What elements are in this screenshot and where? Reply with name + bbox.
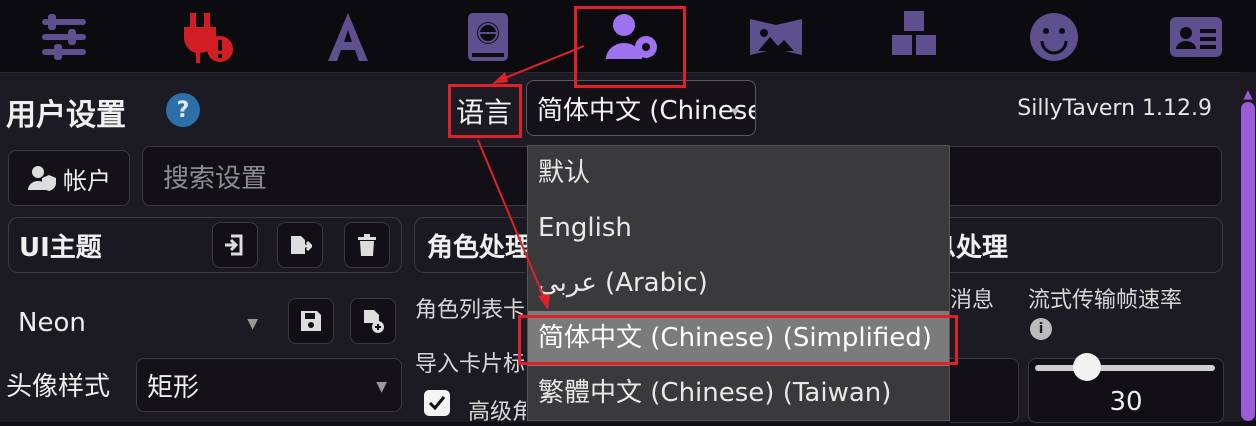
language-option-english[interactable]: English: [528, 201, 949, 256]
ui-theme-section: UI主题: [8, 217, 402, 273]
language-option-chinese-taiwan[interactable]: 繁體中文 (Chinese) (Taiwan): [528, 366, 949, 420]
language-option-arabic[interactable]: عربي (Arabic): [528, 256, 949, 311]
highlight-language-label: [448, 84, 522, 138]
character-handling-section: 角色处理: [414, 217, 531, 273]
language-select[interactable]: 简体中文 (Chinese) (Simplified) ▼: [526, 80, 756, 136]
advanced-label: 高级角: [468, 400, 526, 425]
user-shield-icon: [28, 166, 56, 191]
file-plus-icon: [364, 310, 384, 333]
advanced-checkbox[interactable]: [424, 390, 450, 416]
sliders-icon[interactable]: [24, 4, 104, 70]
avatar-style-select[interactable]: 矩形 ▼: [136, 358, 402, 412]
theme-select-value: Neon: [18, 308, 86, 338]
export-icon: [291, 236, 312, 254]
chevron-down-icon: ▼: [247, 316, 258, 332]
page-title: 用户设置: [6, 98, 126, 133]
avatar-style-value: 矩形: [147, 372, 200, 403]
trash-icon: [358, 234, 376, 256]
version-label: SillyTavern 1.12.9: [1017, 96, 1212, 121]
message-handling-title: 消息处理: [950, 232, 1009, 263]
import-theme-button[interactable]: [212, 222, 258, 268]
plug-error-icon[interactable]: [166, 4, 246, 70]
chevron-down-icon: ▼: [731, 107, 739, 118]
delete-theme-button[interactable]: [344, 222, 390, 268]
import-card-label: 导入卡片标: [415, 352, 526, 377]
message-slider-box: [950, 358, 1019, 423]
scrollbar-thumb[interactable]: [1241, 102, 1255, 421]
new-theme-button[interactable]: [350, 298, 396, 344]
slider-track[interactable]: [1035, 365, 1215, 371]
checkmark-icon: [428, 396, 446, 411]
smiley-icon[interactable]: [1014, 4, 1094, 70]
import-icon: [225, 234, 243, 256]
stream-fps-control: 30: [1028, 353, 1224, 423]
ui-theme-title: UI主题: [19, 232, 102, 263]
export-theme-button[interactable]: [277, 222, 323, 268]
character-handling-title: 角色处理: [427, 232, 532, 263]
book-globe-icon[interactable]: [448, 4, 528, 70]
stream-fps-label: 流式传输帧速率: [1028, 288, 1183, 313]
highlight-chinese-option: [518, 315, 958, 365]
id-card-icon[interactable]: [1156, 4, 1236, 70]
stream-fps-value[interactable]: 30: [1029, 387, 1223, 417]
language-select-value: 简体中文 (Chinese) (Simplified): [537, 95, 755, 126]
chevron-down-icon: ▼: [376, 379, 387, 395]
message-handling-section: 消息处理: [950, 217, 1223, 273]
account-button[interactable]: 帐户: [8, 150, 130, 206]
save-theme-button[interactable]: [288, 298, 334, 344]
highlight-user-settings-icon: [574, 6, 686, 88]
theme-select[interactable]: Neon ▼: [8, 296, 272, 350]
help-icon[interactable]: ?: [166, 93, 200, 127]
message-label: 消息: [950, 288, 995, 313]
scroll-up-arrow[interactable]: ▲: [1240, 88, 1256, 100]
avatar-style-label: 头像样式: [6, 372, 111, 402]
language-dropdown: 默认 English عربي (Arabic) 简体中文 (Chinese) …: [527, 145, 950, 421]
save-icon: [301, 311, 321, 331]
character-list-label: 角色列表卡: [415, 298, 526, 323]
font-a-icon[interactable]: [308, 4, 388, 70]
cubes-icon[interactable]: [874, 4, 954, 70]
slider-handle[interactable]: [1073, 353, 1101, 381]
account-label: 帐户: [63, 166, 111, 195]
image-icon[interactable]: [736, 4, 816, 70]
info-icon[interactable]: i: [1030, 318, 1052, 340]
language-option-default[interactable]: 默认: [528, 146, 949, 201]
